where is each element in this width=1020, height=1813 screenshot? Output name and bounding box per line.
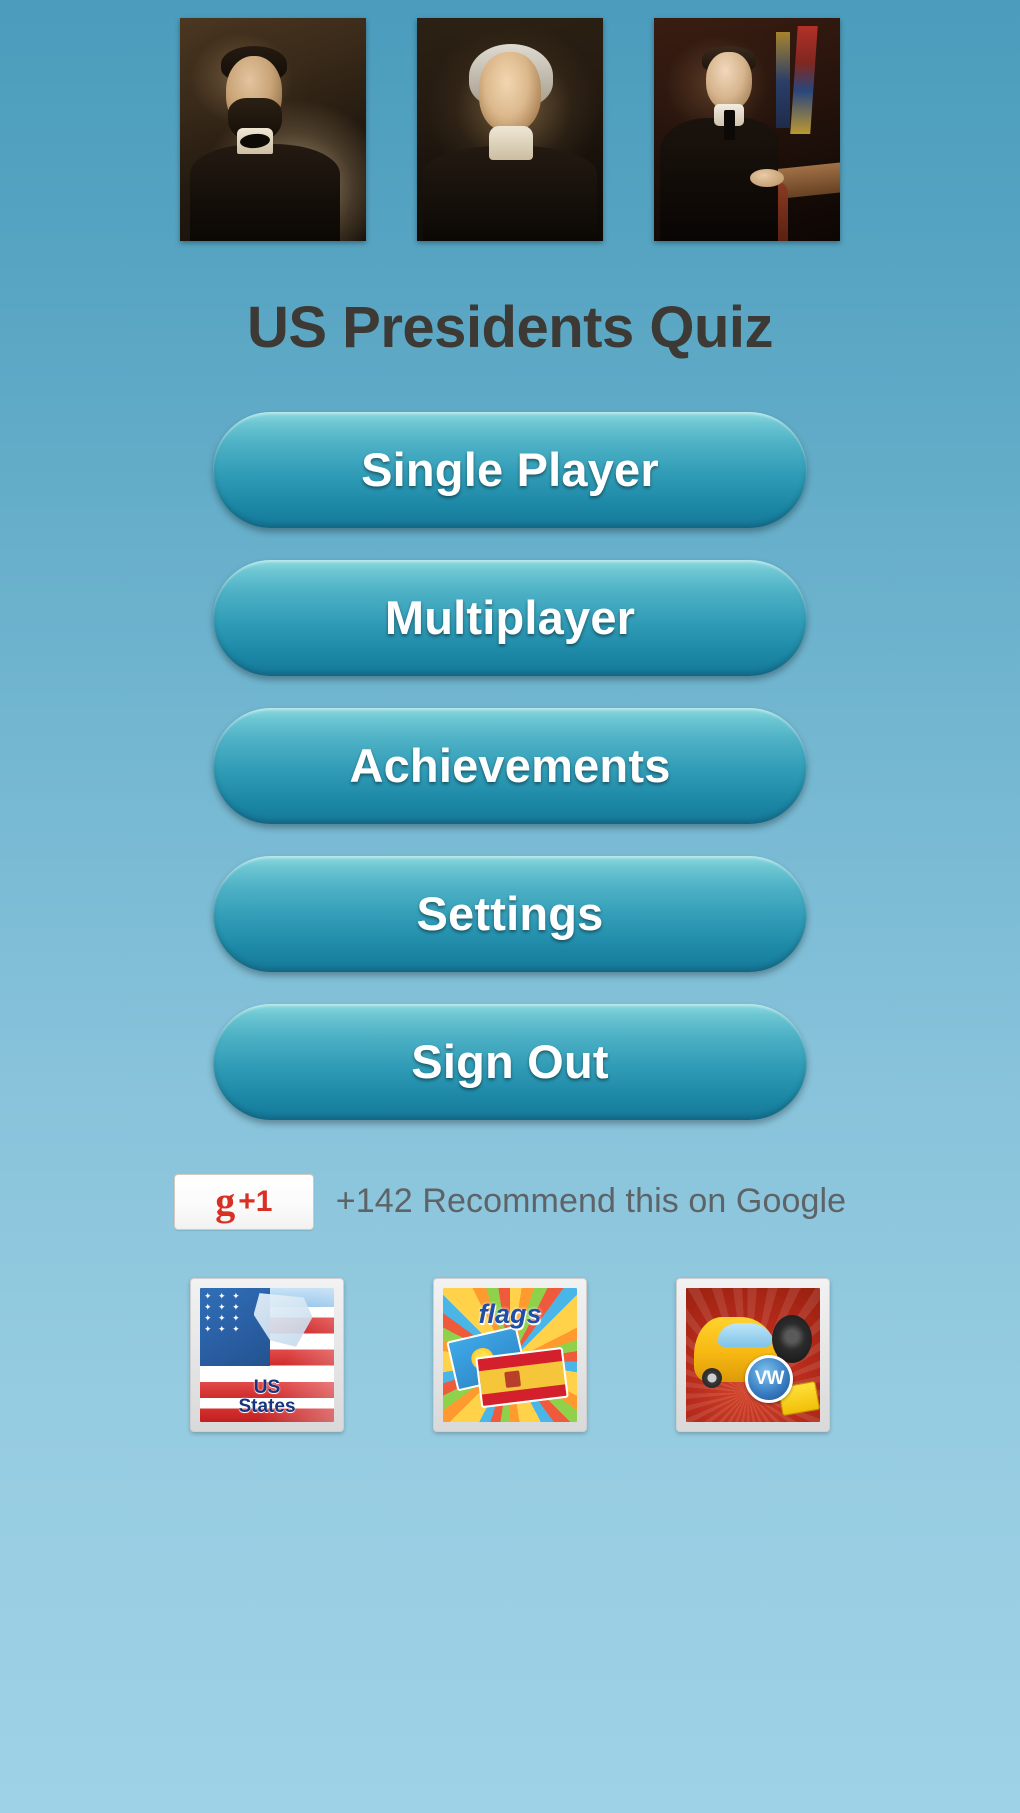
portrait-tie (724, 110, 735, 140)
portrait-flag-back (776, 32, 790, 128)
portrait-hand (750, 169, 784, 187)
page-title: US Presidents Quiz (246, 295, 774, 360)
portrait-cravat (489, 126, 533, 160)
achievements-button[interactable]: Achievements (213, 707, 807, 824)
single-player-button[interactable]: Single Player (213, 411, 807, 528)
google-recommend-text: +142 Recommend this on Google (335, 1182, 847, 1221)
portrait-face-highlight (483, 62, 537, 130)
flag-spain (475, 1346, 570, 1409)
spain-crest-icon (504, 1370, 521, 1388)
settings-label: Settings (416, 887, 604, 941)
header-portrait-strip (180, 18, 840, 241)
single-player-label: Single Player (361, 443, 659, 497)
flags-label: flags (478, 1298, 542, 1329)
promo-app-row: US States flags (190, 1277, 830, 1432)
app-screen: US Presidents Quiz Single Player Multipl… (0, 0, 1020, 1813)
achievements-label: Achievements (349, 739, 671, 793)
google-plus-one-row: g +1 +142 Recommend this on Google (173, 1173, 847, 1230)
portrait-body (190, 144, 340, 241)
tyre-icon (771, 1314, 812, 1363)
portrait-body (423, 146, 597, 241)
settings-button[interactable]: Settings (213, 855, 807, 972)
main-menu: Single Player Multiplayer Achievements S… (213, 411, 807, 1152)
us-states-label: US States (200, 1378, 334, 1416)
google-plus-one-button[interactable]: g +1 (173, 1173, 314, 1230)
thomas-jefferson-portrait (417, 18, 603, 241)
flags-app-icon[interactable]: flags (433, 1277, 587, 1432)
flags-artwork: flags (443, 1287, 577, 1422)
plus-one-icon: +1 (238, 1184, 273, 1218)
vw-logo-icon (744, 1354, 794, 1404)
franklin-d-roosevelt-portrait (654, 18, 840, 241)
us-states-artwork: US States (200, 1287, 334, 1422)
google-g-icon: g (215, 1178, 236, 1224)
car-logos-app-icon[interactable] (676, 1277, 830, 1432)
multiplayer-button[interactable]: Multiplayer (213, 559, 807, 676)
portrait-face (706, 52, 752, 110)
sign-out-button[interactable]: Sign Out (213, 1003, 807, 1120)
car-logos-artwork (686, 1287, 820, 1422)
us-states-label-line2: States (238, 1395, 296, 1417)
sign-out-label: Sign Out (411, 1035, 609, 1089)
multiplayer-label: Multiplayer (384, 591, 636, 645)
car-wheel (702, 1368, 723, 1389)
us-states-label-line1: US (253, 1376, 281, 1398)
abraham-lincoln-portrait (180, 18, 366, 241)
us-states-app-icon[interactable]: US States (190, 1277, 344, 1432)
